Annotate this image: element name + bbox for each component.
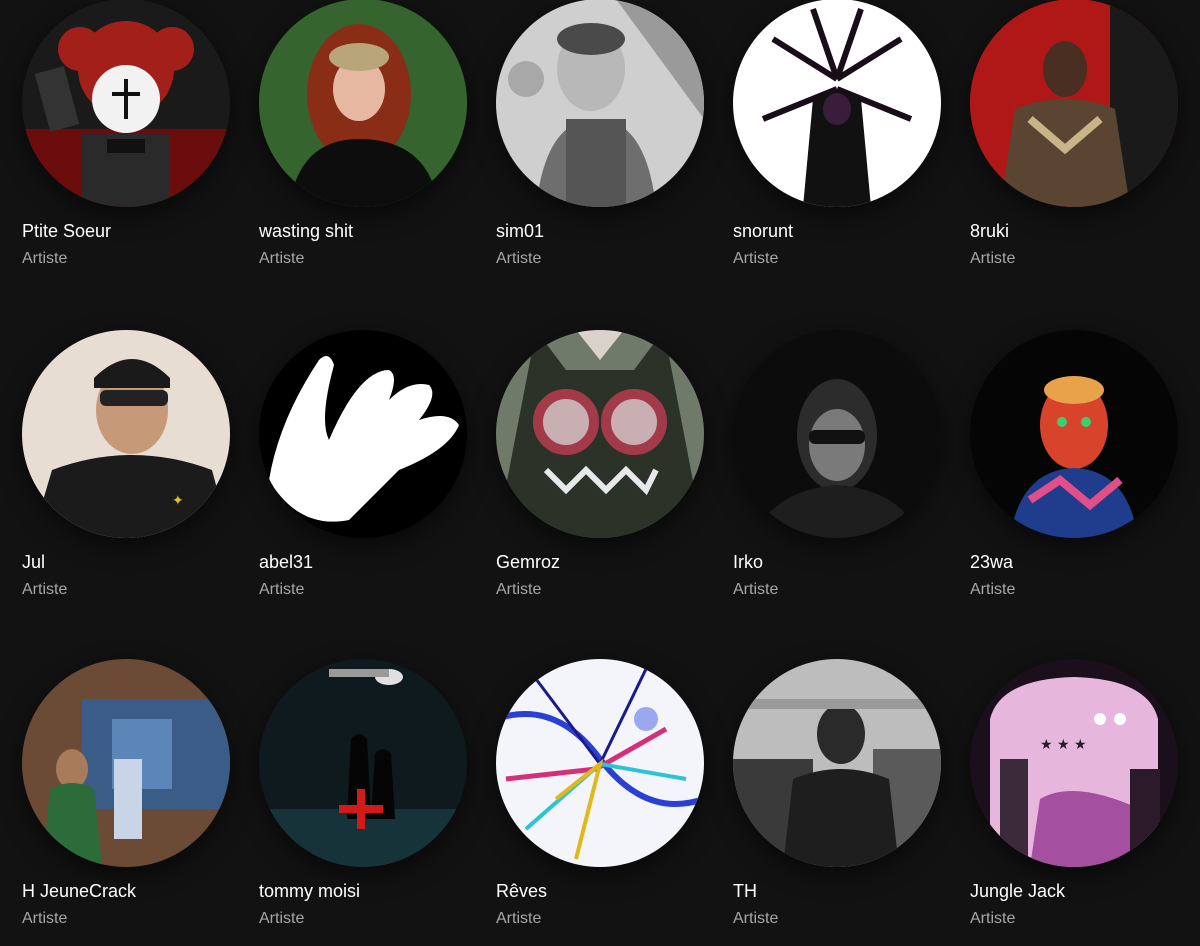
artist-avatar[interactable] — [22, 659, 230, 867]
artist-type: Artiste — [733, 581, 779, 598]
artist-name[interactable]: 23wa — [970, 550, 1013, 574]
artist-card-jul[interactable]: ✦ Jul Artiste — [22, 330, 237, 630]
artist-name[interactable]: wasting shit — [259, 219, 353, 243]
artist-avatar[interactable] — [259, 659, 467, 867]
artist-avatar[interactable]: ★ ★ ★ — [970, 659, 1178, 867]
artist-type: Artiste — [22, 581, 68, 598]
artist-name[interactable]: TH — [733, 879, 757, 903]
artist-type: Artiste — [733, 250, 779, 267]
artist-card-23wa[interactable]: 23wa Artiste — [970, 330, 1185, 630]
artist-type: Artiste — [970, 581, 1016, 598]
artist-name[interactable]: sim01 — [496, 219, 544, 243]
artist-type: Artiste — [496, 910, 542, 927]
artist-name[interactable]: tommy moisi — [259, 879, 360, 903]
artist-type: Artiste — [22, 250, 68, 267]
artist-name[interactable]: 8ruki — [970, 219, 1009, 243]
artist-type: Artiste — [970, 250, 1016, 267]
artist-name[interactable]: Rêves — [496, 879, 547, 903]
artist-avatar[interactable] — [496, 659, 704, 867]
artist-card-gemroz[interactable]: Gemroz Artiste — [496, 330, 711, 630]
artist-type: Artiste — [733, 910, 779, 927]
artist-card-wasting-shit[interactable]: wasting shit Artiste — [259, 0, 474, 299]
artist-avatar[interactable] — [496, 330, 704, 538]
artist-name[interactable]: Gemroz — [496, 550, 560, 574]
artist-name[interactable]: H JeuneCrack — [22, 879, 136, 903]
artist-card-tommy-moisi[interactable]: tommy moisi Artiste — [259, 659, 474, 946]
artist-type: Artiste — [496, 581, 542, 598]
artist-avatar[interactable] — [259, 330, 467, 538]
artist-type: Artiste — [22, 910, 68, 927]
artist-type: Artiste — [496, 250, 542, 267]
artist-card-abel31[interactable]: abel31 Artiste — [259, 330, 474, 630]
artist-avatar[interactable] — [733, 659, 941, 867]
artist-avatar[interactable]: ✦ — [22, 330, 230, 538]
artist-card-jungle-jack[interactable]: ★ ★ ★ Jungle Jack Artiste — [970, 659, 1185, 946]
artist-avatar[interactable] — [733, 330, 941, 538]
artist-type: Artiste — [259, 910, 305, 927]
artist-type: Artiste — [259, 250, 305, 267]
artist-card-h-jeunecrack[interactable]: H JeuneCrack Artiste — [22, 659, 237, 946]
artist-card-8ruki[interactable]: 8ruki Artiste — [970, 0, 1185, 299]
artist-name[interactable]: Irko — [733, 550, 763, 574]
artist-card-ptite-soeur[interactable]: Ptite Soeur Artiste — [22, 0, 237, 299]
artist-card-reves[interactable]: Rêves Artiste — [496, 659, 711, 946]
artist-name[interactable]: abel31 — [259, 550, 313, 574]
artist-avatar[interactable] — [22, 0, 230, 207]
artist-avatar[interactable] — [970, 330, 1178, 538]
artist-avatar[interactable] — [970, 0, 1178, 207]
svg-text:★ ★ ★: ★ ★ ★ — [1040, 737, 1087, 753]
artist-name[interactable]: snorunt — [733, 219, 793, 243]
artist-avatar[interactable] — [259, 0, 467, 207]
artist-avatar[interactable] — [733, 0, 941, 207]
artist-card-th[interactable]: TH Artiste — [733, 659, 948, 946]
artist-card-snorunt[interactable]: snorunt Artiste — [733, 0, 948, 299]
artist-name[interactable]: Jul — [22, 550, 45, 574]
artist-type: Artiste — [259, 581, 305, 598]
artist-type: Artiste — [970, 910, 1016, 927]
artist-avatar[interactable] — [496, 0, 704, 207]
svg-text:✦: ✦ — [172, 493, 184, 509]
artist-name[interactable]: Ptite Soeur — [22, 219, 111, 243]
artist-name[interactable]: Jungle Jack — [970, 879, 1065, 903]
artist-card-irko[interactable]: Irko Artiste — [733, 330, 948, 630]
artist-card-sim01[interactable]: sim01 Artiste — [496, 0, 711, 299]
artist-grid: Ptite Soeur Artiste wasting shit Artiste — [0, 0, 1200, 946]
